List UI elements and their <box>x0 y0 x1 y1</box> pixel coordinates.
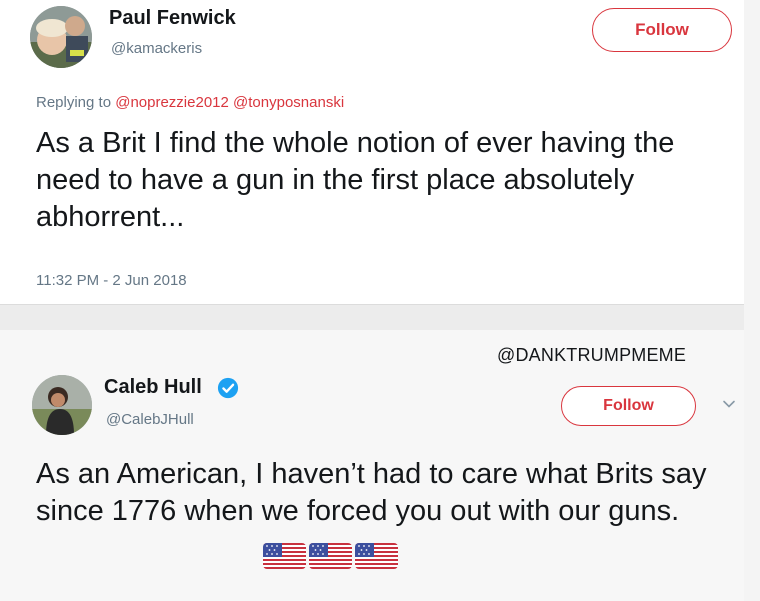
verified-badge-icon <box>217 377 239 399</box>
display-name[interactable]: Paul Fenwick <box>109 7 236 30</box>
avatar[interactable] <box>32 375 92 435</box>
watermark: @DANKTRUMPMEME <box>497 345 687 365</box>
follow-button[interactable]: Follow <box>561 386 696 426</box>
avatar[interactable] <box>30 6 92 68</box>
tweet-text: As a Brit I find the whole notion of eve… <box>36 127 675 233</box>
profile-photo-icon <box>32 375 92 435</box>
user-handle[interactable]: @CalebJHull <box>106 411 194 428</box>
chevron-down-icon[interactable] <box>722 397 736 411</box>
mention-link[interactable]: @tonyposnanski <box>233 94 344 111</box>
us-flag-icon <box>309 543 352 569</box>
us-flag-icon <box>263 543 306 569</box>
tweet-text: As an American, I haven’t had to care wh… <box>36 458 707 527</box>
replying-prefix: Replying to <box>36 94 116 111</box>
tweet-timestamp[interactable]: 11:32 PM - 2 Jun 2018 <box>36 272 187 289</box>
tweet-divider <box>0 304 744 330</box>
us-flag-icon <box>355 543 398 569</box>
user-handle[interactable]: @kamackeris <box>111 40 202 57</box>
display-name[interactable]: Caleb Hull <box>104 376 202 399</box>
replying-to: Replying to @noprezzie2012 @tonyposnansk… <box>36 94 344 111</box>
flag-emoji-group <box>263 543 398 569</box>
mention-link[interactable]: @noprezzie2012 <box>115 94 229 111</box>
profile-photo-icon <box>30 6 92 68</box>
tweet-card-1: Paul Fenwick @kamackeris Follow Replying… <box>0 0 744 304</box>
follow-button[interactable]: Follow <box>592 8 732 52</box>
